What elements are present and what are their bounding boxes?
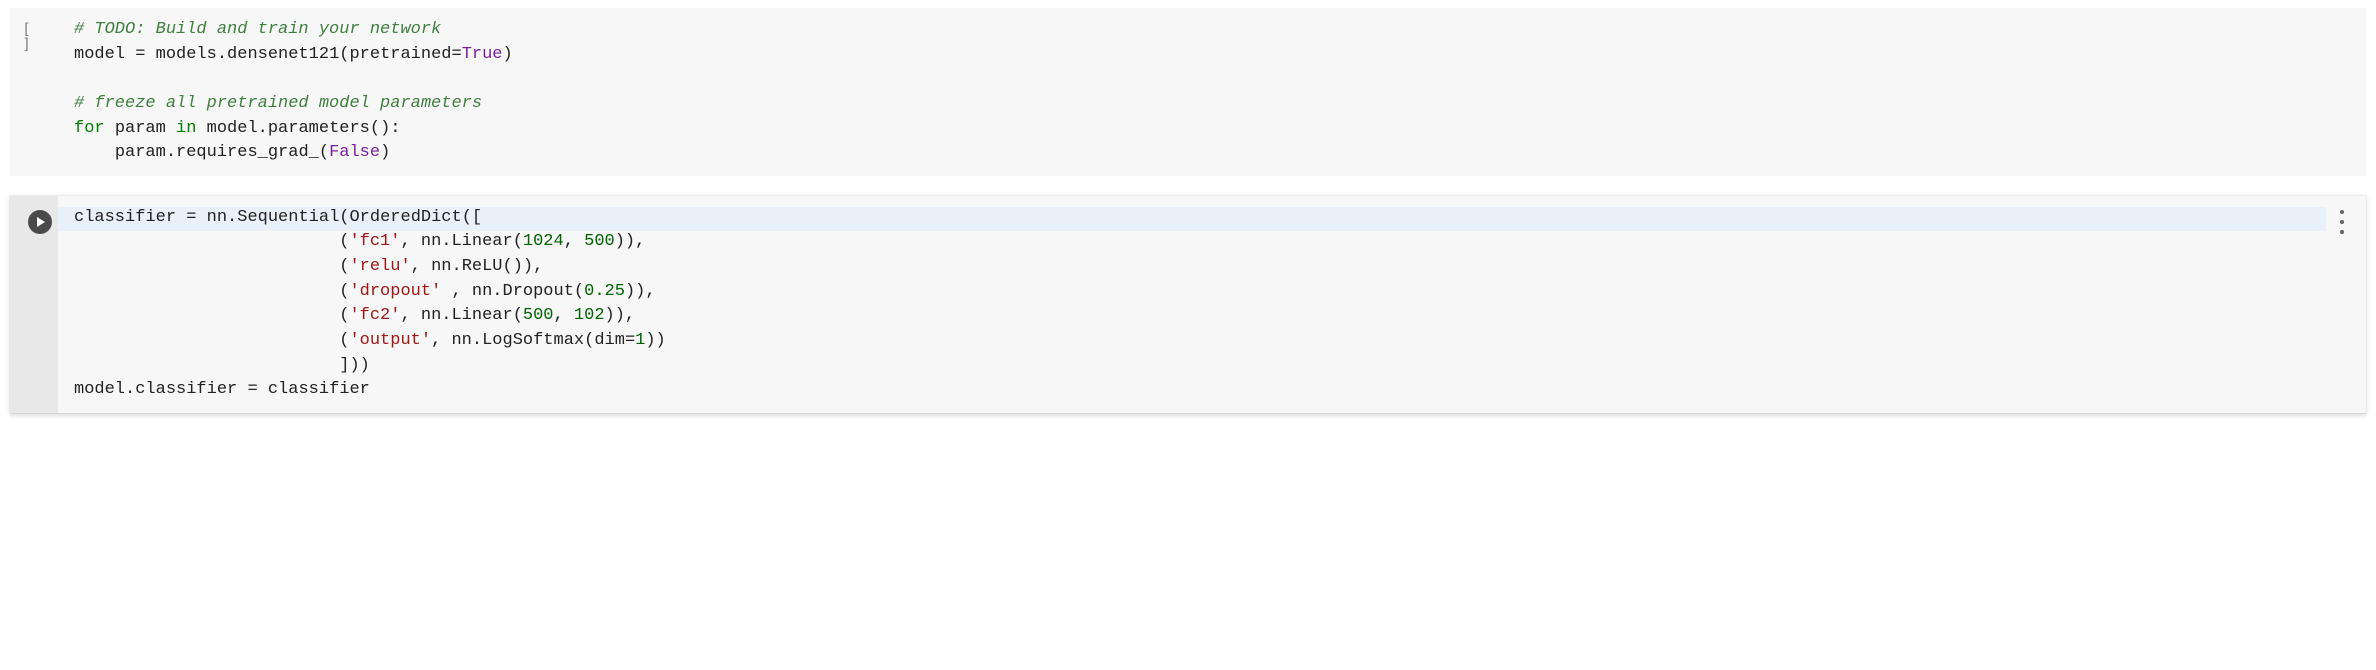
kebab-dot-icon [2340,220,2344,224]
play-icon [37,217,45,227]
kebab-dot-icon [2340,230,2344,234]
notebook: [ ] # TODO: Build and train your network… [0,0,2376,463]
comment-line: # freeze all pretrained model parameters [74,94,482,113]
exec-indicator[interactable]: [ ] [22,22,58,52]
code-cell-1[interactable]: [ ] # TODO: Build and train your network… [10,8,2366,176]
cell-gutter: [ ] [22,18,58,52]
run-cell-button[interactable] [28,210,52,234]
code-text[interactable]: classifier = nn.Sequential(OrderedDict([… [74,206,2346,403]
code-cell-2[interactable]: classifier = nn.Sequential(OrderedDict([… [10,196,2366,413]
code-text[interactable]: # TODO: Build and train your network mod… [74,18,2346,166]
code-editor[interactable]: classifier = nn.Sequential(OrderedDict([… [58,206,2356,403]
ident: model [74,45,125,64]
cell-gutter [22,206,58,234]
kebab-dot-icon [2340,210,2344,214]
comment-line: # TODO: Build and train your network [74,20,441,39]
code-editor[interactable]: # TODO: Build and train your network mod… [58,18,2356,166]
cell-options-menu[interactable] [2332,210,2352,234]
